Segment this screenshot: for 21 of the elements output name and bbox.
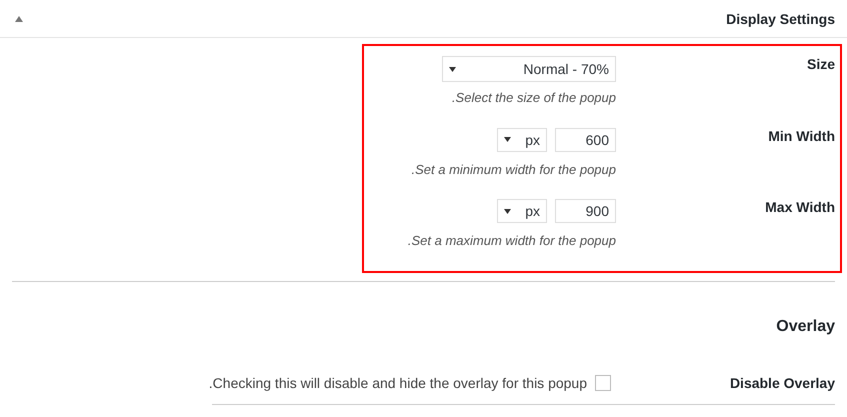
section-title: Display Settings [726, 10, 835, 26]
overlay-heading: Overlay [775, 318, 836, 336]
field-description: .Set a maximum width for the popup [408, 233, 616, 248]
section-header[interactable]: Display Settings [0, 0, 847, 38]
caret-icon [449, 66, 456, 72]
size-dropdown[interactable]: Normal - 70% [442, 56, 616, 82]
width-input[interactable]: 900 [555, 199, 616, 224]
collapse-icon[interactable] [15, 16, 23, 22]
width-input[interactable]: 600 [555, 128, 616, 152]
field-description: .Select the size of the popup [452, 90, 616, 105]
overlay-checkbox[interactable] [595, 375, 611, 391]
unit-dropdown[interactable]: px [497, 199, 547, 224]
field-label: Max Width [764, 199, 836, 216]
field-description: .Checking this will disable and hide the overlay for this popup [208, 375, 587, 391]
field-label: Size [806, 56, 836, 72]
field-description: .Set a minimum width for the popup [412, 162, 616, 177]
caret-icon [504, 208, 511, 214]
field-label: Min Width [767, 128, 836, 144]
caret-icon [504, 137, 511, 142]
field-label: Disable Overlay [728, 375, 835, 391]
unit-dropdown[interactable]: px [497, 128, 547, 152]
